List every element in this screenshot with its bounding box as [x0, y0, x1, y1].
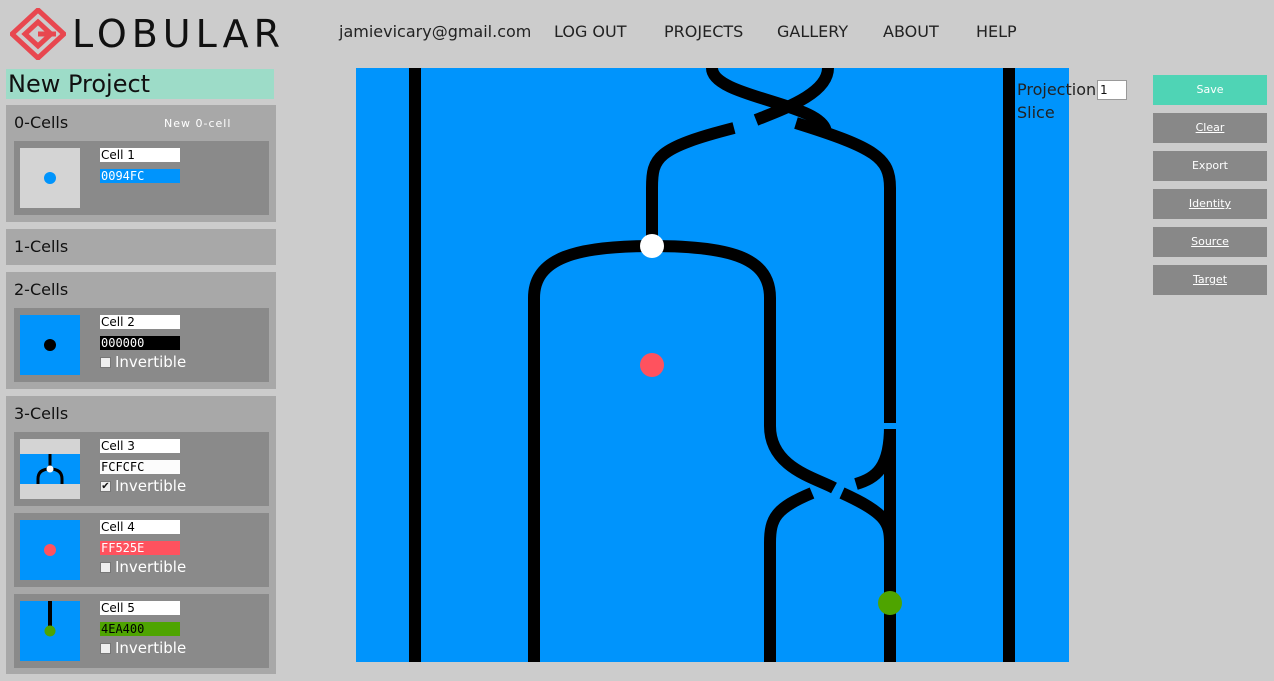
braid-top-right-strand: [794, 117, 896, 662]
cell-item-4[interactable]: Cell 4 FF525E Invertible: [14, 513, 269, 587]
braid-lower-a: [764, 425, 837, 494]
target-button[interactable]: Target: [1153, 265, 1267, 295]
project-title[interactable]: New Project: [6, 69, 274, 99]
checkbox-icon[interactable]: ✔: [100, 481, 111, 492]
nav-projects[interactable]: PROJECTS: [664, 22, 743, 46]
group-title: 2-Cells: [14, 280, 69, 299]
invertible-toggle[interactable]: Invertible: [100, 639, 186, 657]
diagram-canvas[interactable]: [356, 66, 1069, 662]
group-title: 1-Cells: [14, 237, 69, 256]
new-0-cell-button[interactable]: New 0-cell: [164, 117, 231, 130]
cell-3-thumbnail: [20, 439, 80, 499]
checkbox-icon[interactable]: [100, 562, 111, 573]
group-title: 3-Cells: [14, 404, 69, 423]
nav-logout[interactable]: LOG OUT: [554, 22, 627, 46]
node-red: [640, 353, 664, 377]
cell-name-input[interactable]: Cell 1: [100, 148, 180, 162]
cell-item-5[interactable]: Cell 5 4EA400 Invertible: [14, 594, 269, 668]
nav-gallery[interactable]: GALLERY: [777, 22, 848, 46]
cell-color-input[interactable]: 000000: [100, 336, 180, 350]
cell-name-input[interactable]: Cell 5: [100, 601, 180, 615]
export-button[interactable]: Export: [1153, 151, 1267, 181]
group-1-cells: 1-Cells: [6, 229, 276, 265]
group-3-cells: 3-Cells Cell 3 FCFCFC ✔ Invertible Cell …: [6, 396, 276, 674]
projection-label: Projection: [1017, 80, 1097, 99]
braid-lower-d: [839, 487, 896, 598]
vertex-node-white: [640, 234, 664, 258]
logo[interactable]: LOBULAR: [10, 8, 285, 60]
cell-item-3[interactable]: Cell 3 FCFCFC ✔ Invertible: [14, 432, 269, 506]
invertible-label: Invertible: [115, 477, 187, 495]
cell-2-thumbnail: [20, 315, 80, 375]
invertible-label: Invertible: [115, 639, 187, 657]
nav-help[interactable]: HELP: [976, 22, 1017, 46]
group-0-cells: 0-Cells New 0-cell Cell 1 0094FC: [6, 105, 276, 222]
vertex-right-branch: [651, 240, 776, 426]
save-button[interactable]: Save: [1153, 75, 1267, 105]
cell-name-input[interactable]: Cell 2: [100, 315, 180, 329]
cell-color-input[interactable]: 0094FC: [100, 169, 180, 183]
projection-input[interactable]: 1: [1097, 80, 1127, 100]
group-title: 0-Cells: [14, 113, 69, 132]
braid-lower-c: [764, 487, 815, 662]
source-button[interactable]: Source: [1153, 227, 1267, 257]
cell-5-thumbnail: [20, 601, 80, 661]
cell-color-input[interactable]: 4EA400: [100, 622, 180, 636]
cell-name-input[interactable]: Cell 4: [100, 520, 180, 534]
slice-label: Slice: [1017, 103, 1055, 122]
invertible-toggle[interactable]: Invertible: [100, 353, 186, 371]
braid-top-over-c: [646, 122, 736, 246]
cell-5-endpoint-icon: [44, 601, 56, 637]
identity-button[interactable]: Identity: [1153, 189, 1267, 219]
user-email[interactable]: jamievicary@gmail.com: [339, 22, 531, 46]
node-green: [878, 591, 902, 615]
cell-4-thumbnail: [20, 520, 80, 580]
clear-button[interactable]: Clear: [1153, 113, 1267, 143]
checkbox-icon[interactable]: [100, 357, 111, 368]
cell-color-input[interactable]: FF525E: [100, 541, 180, 555]
cell-color-input[interactable]: FCFCFC: [100, 460, 180, 474]
crossing-gap: [883, 423, 897, 429]
invertible-toggle[interactable]: Invertible: [100, 558, 186, 576]
invertible-toggle[interactable]: ✔ Invertible: [100, 477, 186, 495]
vertex-left-branch: [528, 240, 653, 662]
nav-about[interactable]: ABOUT: [883, 22, 939, 46]
checkbox-icon[interactable]: [100, 643, 111, 654]
cell-1-dot-icon: [44, 172, 56, 184]
cell-item-1[interactable]: Cell 1 0094FC: [14, 141, 269, 215]
string-diagram[interactable]: [356, 66, 1069, 662]
invertible-label: Invertible: [115, 353, 187, 371]
cell-3-vertex-icon: [20, 454, 80, 484]
invertible-label: Invertible: [115, 558, 187, 576]
cell-4-dot-icon: [44, 544, 56, 556]
cell-2-dot-icon: [44, 339, 56, 351]
group-2-cells: 2-Cells Cell 2 000000 Invertible: [6, 272, 276, 389]
cell-1-thumbnail: [20, 148, 80, 208]
logo-text: LOBULAR: [72, 12, 286, 56]
lobular-logo-icon: [10, 8, 66, 60]
cell-name-input[interactable]: Cell 3: [100, 439, 180, 453]
cell-item-2[interactable]: Cell 2 000000 Invertible: [14, 308, 269, 382]
